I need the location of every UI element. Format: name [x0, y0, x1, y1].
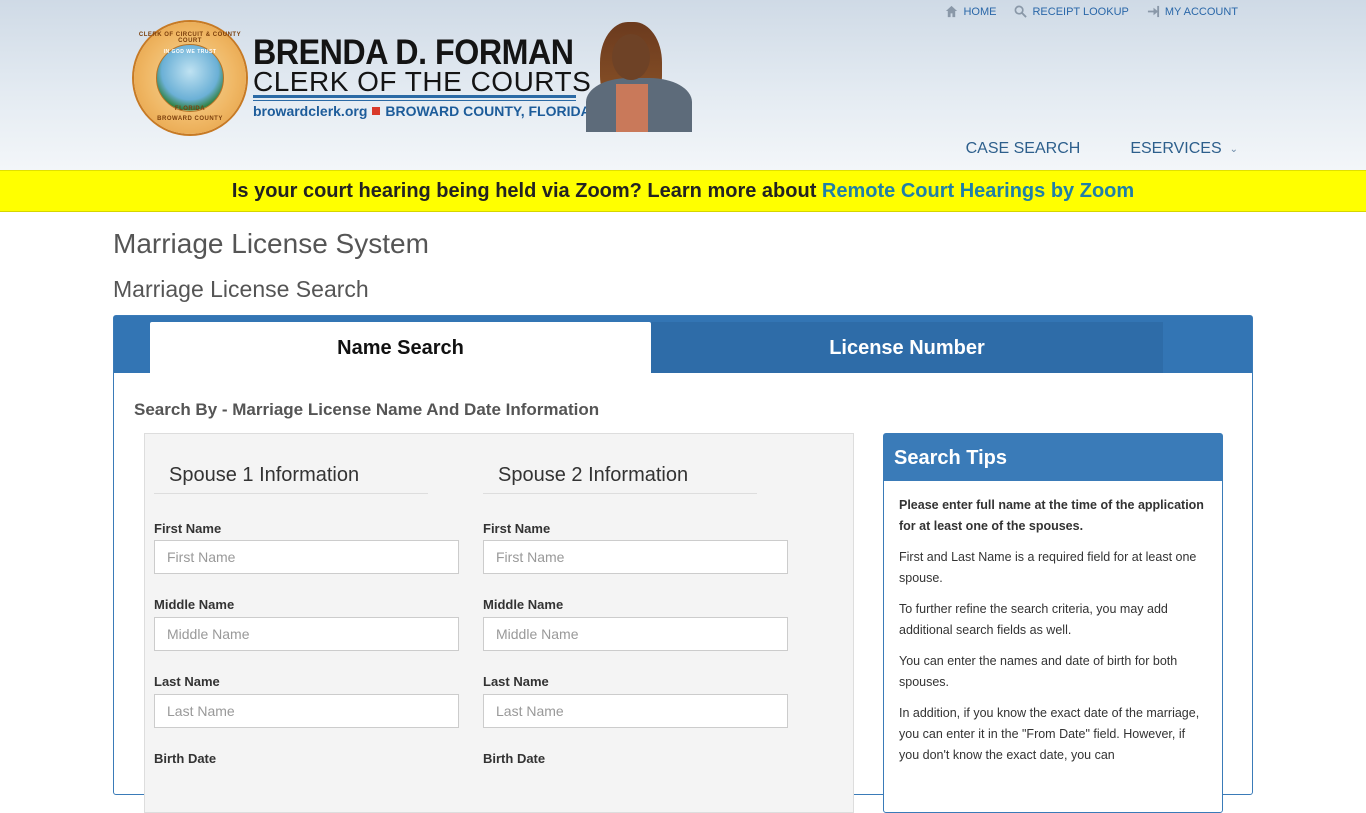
- home-link[interactable]: HOME: [945, 5, 996, 18]
- site-subtitle: browardclerk.org BROWARD COUNTY, FLORIDA: [253, 103, 591, 119]
- banner-text: Is your court hearing being held via Zoo…: [231, 180, 822, 202]
- spouse2-heading: Spouse 2 Information: [483, 464, 757, 494]
- chevron-down-icon: ⌄: [1229, 143, 1238, 155]
- tip-2: First and Last Name is a required field …: [899, 550, 1197, 585]
- utility-links: HOME RECEIPT LOOKUP MY ACCOUNT: [945, 5, 1238, 18]
- spouse1-birth-date-label: Birth Date: [154, 751, 217, 766]
- nav-case-search-label: CASE SEARCH: [965, 140, 1081, 157]
- zoom-announcement-banner: Is your court hearing being held via Zoo…: [0, 170, 1366, 212]
- seal-top-text: CLERK OF CIRCUIT & COUNTY COURT: [138, 32, 242, 44]
- seal-bottom-text: BROWARD COUNTY: [157, 116, 223, 122]
- website-text: browardclerk.org: [253, 103, 368, 119]
- spouse1-first-name-label: First Name: [154, 521, 222, 536]
- clerk-portrait: [582, 22, 692, 132]
- spouse2-birth-date-label: Birth Date: [483, 751, 546, 766]
- spouse1-middle-name-label: Middle Name: [154, 597, 235, 612]
- my-account-link[interactable]: MY ACCOUNT: [1147, 5, 1238, 18]
- title-rule: [253, 95, 576, 98]
- home-icon: [946, 5, 958, 18]
- spouse2-middle-name-label: Middle Name: [483, 597, 564, 612]
- spouse1-last-name-input[interactable]: [154, 694, 459, 728]
- main-nav: CASE SEARCH ESERVICES ⌄: [966, 140, 1238, 158]
- site-header: HOME RECEIPT LOOKUP MY ACCOUNT CLERK OF …: [0, 0, 1366, 170]
- tab-license-number[interactable]: License Number: [651, 322, 1163, 373]
- nav-eservices-label: ESERVICES: [1130, 140, 1222, 157]
- tip-4: You can enter the names and date of birt…: [899, 654, 1178, 689]
- search-tips-heading: Search Tips: [884, 434, 1222, 481]
- spouse1-middle-name-input[interactable]: [154, 617, 459, 651]
- home-link-label: HOME: [963, 5, 997, 18]
- tip-3: To further refine the search criteria, y…: [899, 602, 1168, 637]
- spouse1-heading: Spouse 1 Information: [154, 464, 428, 494]
- county-seal-logo[interactable]: CLERK OF CIRCUIT & COUNTY COURT IN GOD W…: [134, 22, 246, 134]
- title-rule-thin: [253, 100, 576, 101]
- clerk-title: CLERK OF THE COURTS: [253, 66, 592, 97]
- search-tips-panel: Search Tips Please enter full name at th…: [883, 433, 1223, 813]
- search-by-heading: Search By - Marriage License Name And Da…: [134, 400, 600, 419]
- search-tabs: Name Search License Number: [114, 316, 1252, 373]
- tip-5: In addition, if you know the exact date …: [899, 706, 1200, 762]
- search-form: Spouse 1 Information Spouse 2 Informatio…: [144, 433, 854, 813]
- seal-state-text: FLORIDA: [174, 106, 206, 112]
- nav-eservices[interactable]: ESERVICES ⌄: [1130, 140, 1238, 158]
- county-text: BROWARD COUNTY, FLORIDA: [385, 103, 591, 119]
- separator-square: [372, 107, 381, 115]
- spouse2-first-name-label: First Name: [483, 521, 551, 536]
- sign-in-icon: [1147, 5, 1159, 18]
- tab-name-search[interactable]: Name Search: [150, 322, 651, 373]
- seal-emblem: IN GOD WE TRUST: [156, 44, 224, 112]
- spouse1-first-name-input[interactable]: [154, 540, 459, 574]
- spouse2-last-name-input[interactable]: [483, 694, 788, 728]
- receipt-lookup-label: RECEIPT LOOKUP: [1032, 5, 1129, 18]
- remote-hearings-link[interactable]: Remote Court Hearings by Zoom: [822, 180, 1134, 202]
- page-title: Marriage License System: [113, 228, 429, 259]
- seal-motto: IN GOD WE TRUST: [163, 49, 217, 55]
- spouse2-middle-name-input[interactable]: [483, 617, 788, 651]
- page-subtitle: Marriage License Search: [113, 276, 369, 302]
- spouse2-last-name-label: Last Name: [483, 674, 549, 689]
- search-icon: [1015, 5, 1028, 18]
- search-tips-body: Please enter full name at the time of th…: [884, 481, 1222, 790]
- nav-case-search[interactable]: CASE SEARCH: [966, 140, 1081, 158]
- tip-1: Please enter full name at the time of th…: [899, 498, 1204, 533]
- spouse2-first-name-input[interactable]: [483, 540, 788, 574]
- receipt-lookup-link[interactable]: RECEIPT LOOKUP: [1014, 5, 1129, 18]
- spouse1-last-name-label: Last Name: [154, 674, 220, 689]
- my-account-label: MY ACCOUNT: [1164, 5, 1238, 18]
- search-panel: Name Search License Number Search By - M…: [113, 315, 1253, 813]
